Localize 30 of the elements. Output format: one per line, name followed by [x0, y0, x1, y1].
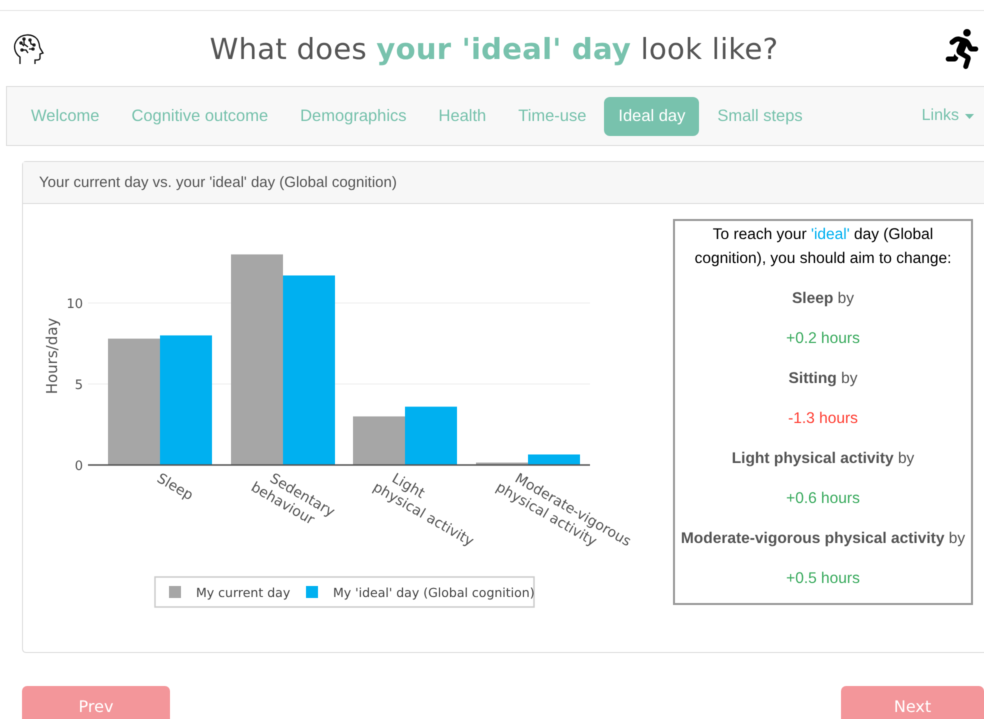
tick-label: 5 [74, 378, 83, 393]
bar [353, 416, 405, 465]
change-amount: +0.5 hours [785, 569, 861, 589]
caret-icon [965, 114, 974, 118]
change-amount: +0.6 hours [785, 489, 861, 509]
nav-tab[interactable]: Demographics [286, 96, 421, 136]
tick-label: 0 [74, 459, 83, 474]
nav-tab[interactable]: Small steps [703, 96, 817, 136]
change-amount: +0.2 hours [785, 329, 861, 349]
axis-title: Hours/day [43, 318, 61, 394]
change-label: Light physical activity by [730, 449, 916, 469]
nav-tab[interactable]: Time-use [504, 96, 600, 136]
card-header: Your current day vs. your 'ideal' day (Global cognition) [23, 162, 984, 204]
legend-label: My 'ideal' day (Global cognition) [333, 585, 535, 600]
nav-tab[interactable]: Ideal day [604, 96, 700, 136]
nav-tab[interactable]: Cognitive outcome [117, 96, 282, 136]
nav-tab[interactable]: Health [424, 96, 500, 136]
change-label: Moderate-vigorous physical activity by [680, 529, 966, 549]
advice-intro: To reach your 'ideal' day (Global cognition), you should aim to change: [694, 225, 952, 269]
nav-tab[interactable]: Welcome [17, 96, 114, 136]
page-title: What does your 'ideal' day look like? [210, 32, 778, 66]
change-amount: -1.3 hours [787, 409, 859, 429]
bar [405, 406, 457, 465]
legend-label: My current day [196, 585, 291, 600]
change-label: Sleep by [790, 289, 856, 309]
next-button[interactable]: Next [841, 686, 984, 719]
tick-label: 10 [66, 297, 83, 312]
prev-button[interactable]: Prev [22, 686, 170, 719]
links-menu[interactable]: Links [912, 97, 984, 135]
change-label: Sitting by [788, 369, 858, 389]
